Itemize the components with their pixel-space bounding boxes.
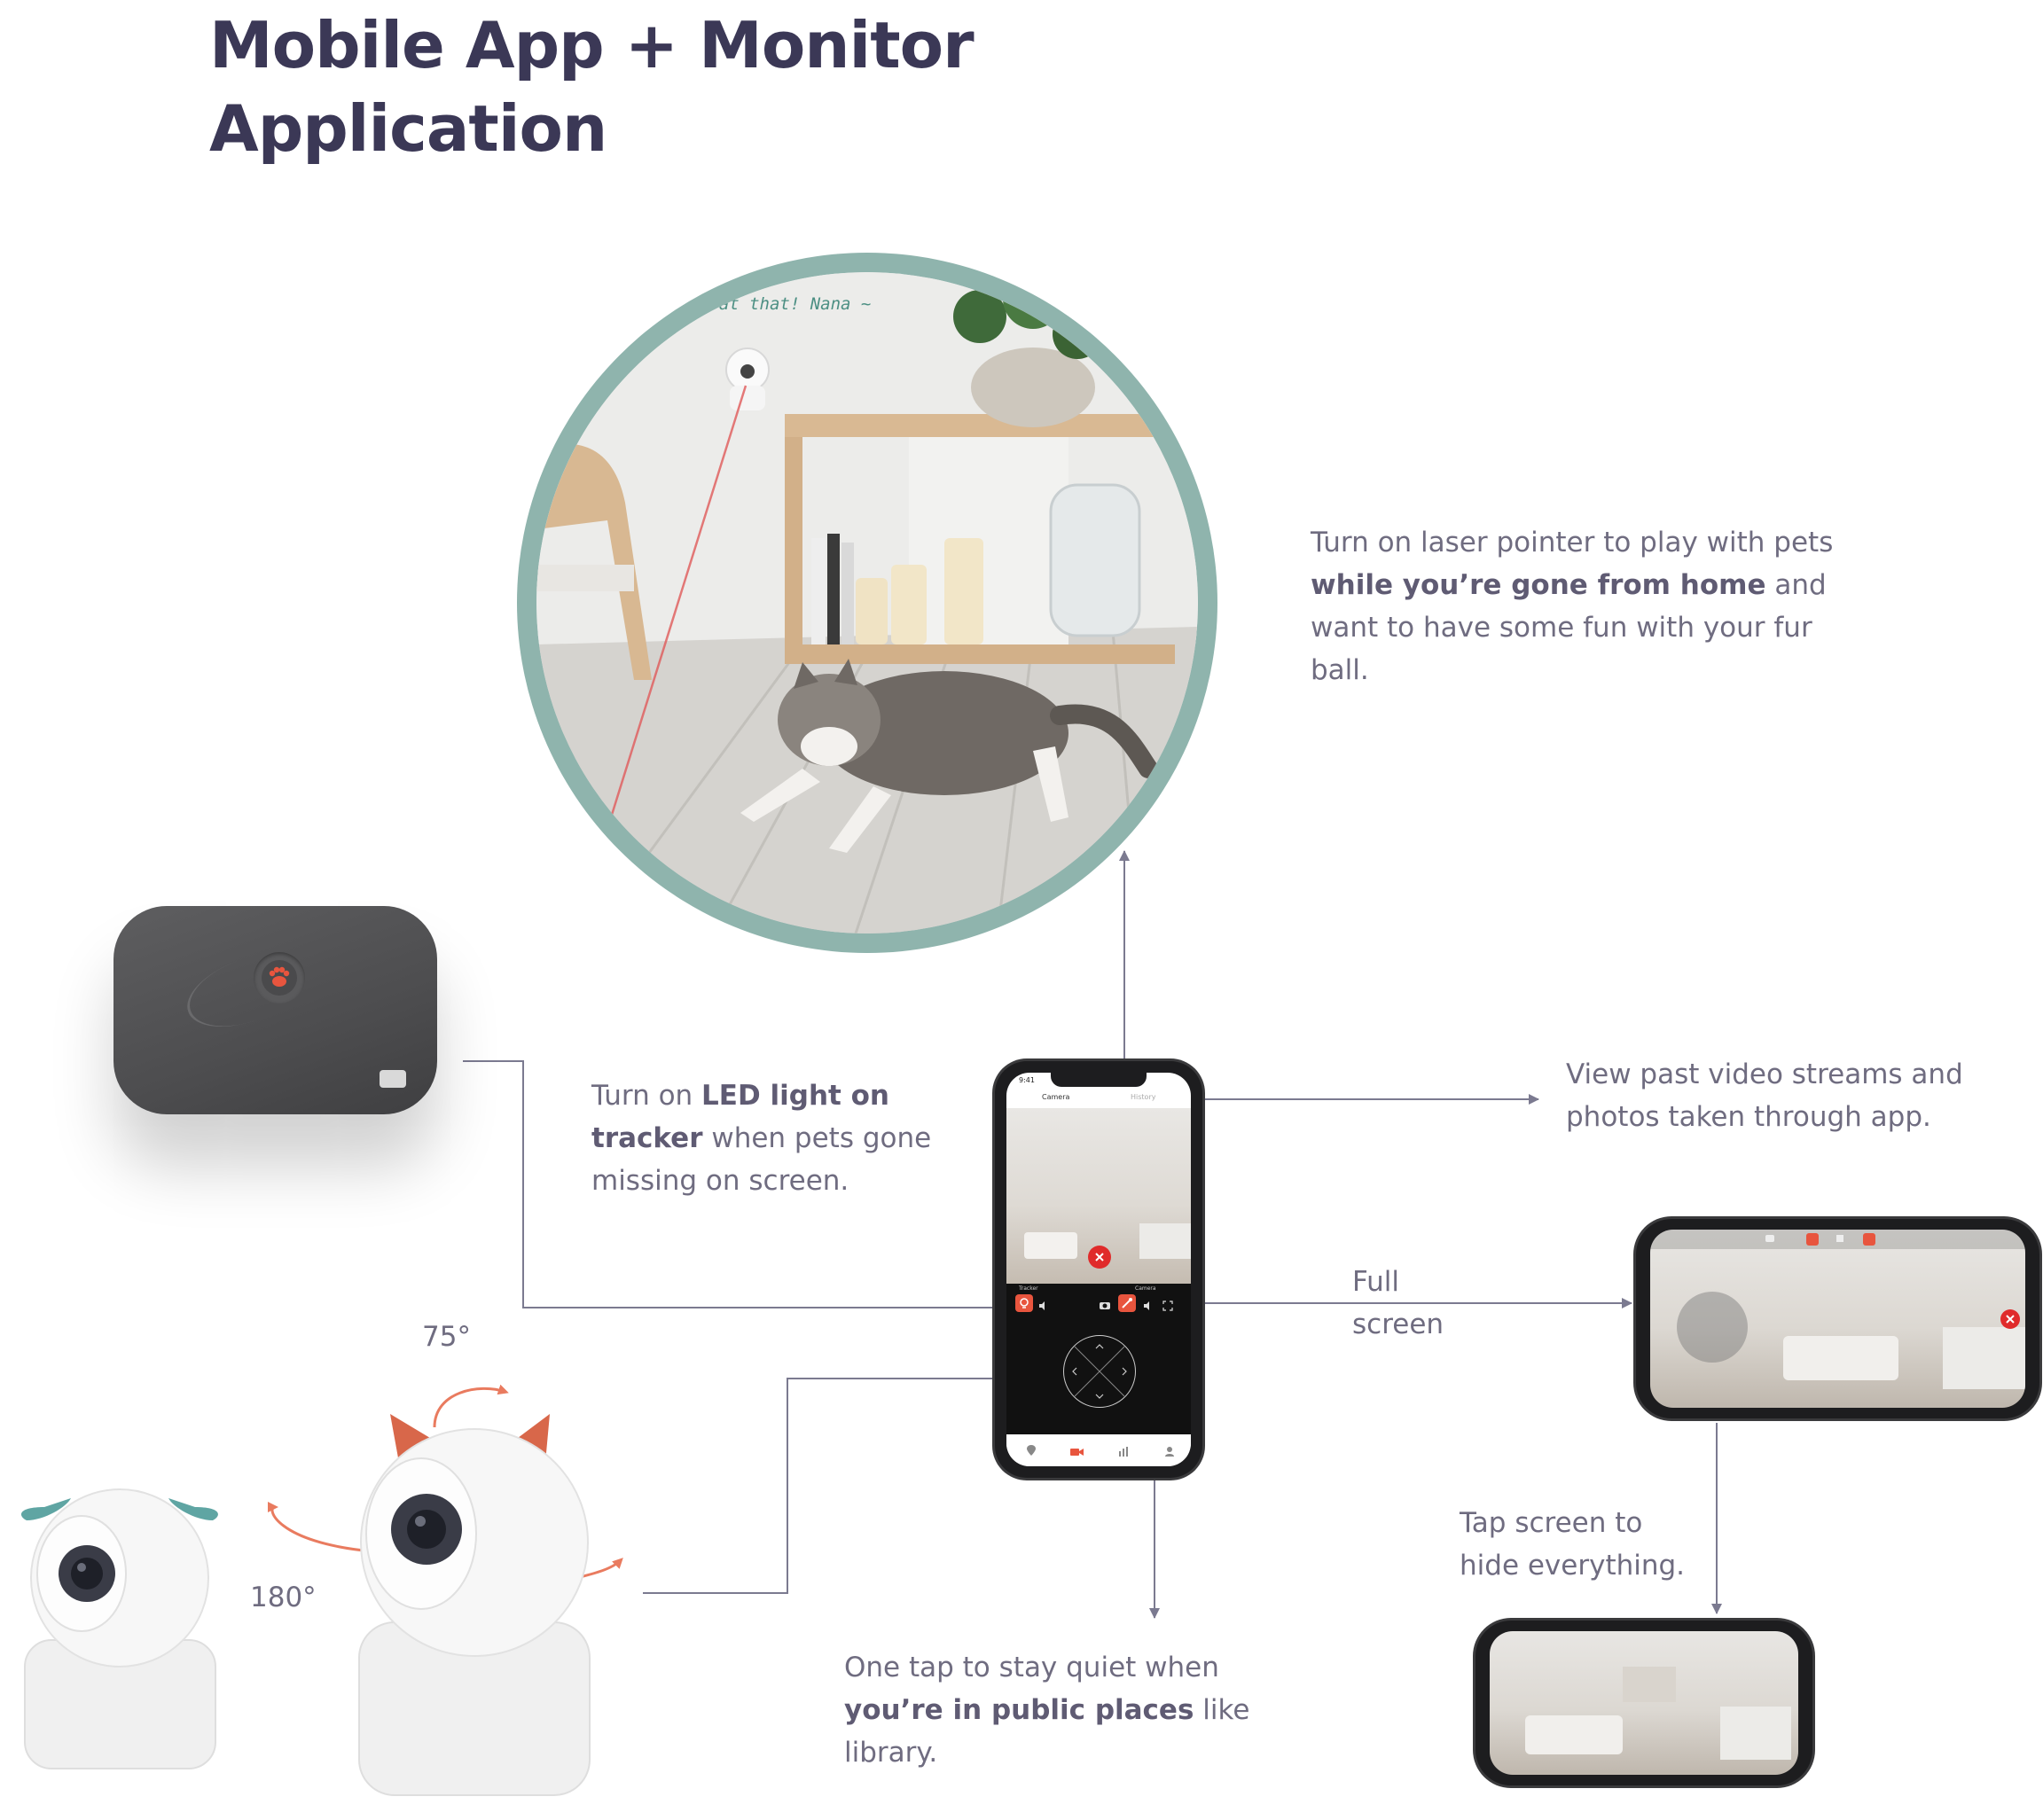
note-laser: Turn on laser pointer to play with pets … — [1311, 521, 1834, 691]
phone-landscape-fullscreen — [1636, 1219, 2039, 1418]
direction-pad[interactable] — [1063, 1335, 1136, 1408]
mute-icon[interactable] — [1143, 1298, 1154, 1310]
fs-couch — [1943, 1327, 2025, 1389]
nav-stats-icon[interactable] — [1118, 1443, 1129, 1460]
note-fullscreen-line1: Full — [1352, 1266, 1400, 1298]
laser-scene-photo: ook at that! Nana ~ — [536, 272, 1198, 933]
note-led: Turn on LED light on tracker when pets g… — [591, 1074, 946, 1202]
control-panel: Tracker Camera — [1006, 1284, 1191, 1434]
bulb-icon — [1020, 1298, 1029, 1308]
clean-feed[interactable] — [1490, 1631, 1798, 1775]
note-hide: Tap screen to hide everything. — [1460, 1502, 1708, 1587]
clean-sofa — [1525, 1715, 1623, 1754]
note-quiet-bold: you’re in public places — [844, 1694, 1194, 1726]
laser-scene-illustration — [536, 272, 1198, 933]
phone-portrait: 9:41 Camera History Tracker Camera — [995, 1061, 1202, 1478]
note-fullscreen: Full screen — [1352, 1261, 1530, 1346]
fullscreen-icon[interactable] — [1162, 1298, 1173, 1311]
tracker-port — [380, 1070, 406, 1088]
camera-dog-ears — [18, 1480, 222, 1773]
note-quiet-part1: One tap to stay quiet when — [844, 1652, 1219, 1683]
phone-notch — [1051, 1073, 1147, 1087]
close-feed-icon[interactable] — [1088, 1246, 1111, 1269]
note-laser-part1: Turn on laser pointer to play with pets — [1311, 527, 1834, 558]
pet-tracker-device — [114, 906, 437, 1114]
status-time: 9:41 — [1019, 1076, 1035, 1084]
nav-location-icon[interactable] — [1026, 1443, 1037, 1460]
scene-caption: ook at that! Nana ~ — [678, 294, 872, 314]
fs-sofa — [1783, 1336, 1898, 1380]
fs-snapshot-icon[interactable] — [1765, 1235, 1774, 1242]
phone-landscape-clean — [1476, 1621, 1812, 1785]
connector-camera — [643, 1378, 1029, 1594]
nav-video-icon[interactable] — [1070, 1444, 1084, 1461]
clean-couch — [1720, 1707, 1791, 1760]
snapshot-camera-icon[interactable] — [1099, 1297, 1111, 1309]
fs-sound-icon[interactable] — [1836, 1235, 1843, 1242]
note-hide-line1: Tap screen to — [1460, 1507, 1643, 1539]
clean-fireplace — [1623, 1667, 1676, 1702]
note-led-part1: Turn on — [591, 1080, 702, 1112]
note-fullscreen-line2: screen — [1352, 1308, 1444, 1340]
tab-history[interactable]: History — [1131, 1093, 1155, 1101]
laser-scene-circle: ook at that! Nana ~ — [517, 253, 1217, 953]
fullscreen-feed[interactable] — [1650, 1230, 2025, 1408]
camera-feed[interactable] — [1006, 1108, 1191, 1284]
laser-toggle-button[interactable] — [1118, 1294, 1136, 1312]
note-hide-line2: hide everything. — [1460, 1550, 1686, 1582]
tab-camera[interactable]: Camera — [1042, 1093, 1069, 1101]
note-history: View past video streams and photos taken… — [1566, 1058, 1963, 1133]
camera-cat-ears — [350, 1414, 599, 1800]
tracker-contour — [177, 939, 318, 1042]
note-laser-bold: while you’re gone from home — [1311, 569, 1766, 601]
label-tracker: Tracker — [1019, 1285, 1038, 1292]
fs-laser-button[interactable] — [1863, 1233, 1875, 1246]
note-quiet: One tap to stay quiet when you’re in pub… — [844, 1646, 1305, 1774]
fs-led-button[interactable] — [1806, 1233, 1819, 1246]
fs-direction-pad[interactable] — [1677, 1292, 1748, 1363]
feed-couch — [1139, 1223, 1191, 1259]
phone-app-screen: 9:41 Camera History Tracker Camera — [1006, 1073, 1191, 1466]
fullscreen-toolbar — [1650, 1230, 2025, 1249]
bottom-tab-bar — [1006, 1434, 1191, 1466]
laser-icon — [1122, 1298, 1132, 1308]
led-toggle-button[interactable] — [1015, 1294, 1033, 1312]
label-camera: Camera — [1135, 1285, 1156, 1292]
tracker-sound-icon[interactable] — [1038, 1298, 1049, 1310]
direction-arrows-icon — [1072, 1344, 1127, 1399]
rotation-vertical-label: 75° — [422, 1321, 471, 1353]
feed-sofa — [1024, 1232, 1077, 1259]
fs-close-icon[interactable] — [2000, 1309, 2020, 1329]
nav-profile-icon[interactable] — [1164, 1443, 1175, 1460]
